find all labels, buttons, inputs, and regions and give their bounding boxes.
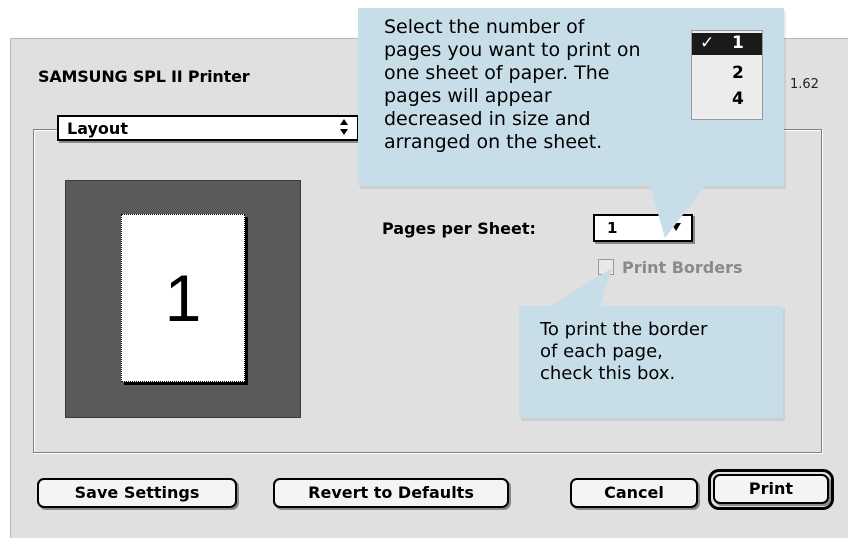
revert-to-defaults-button[interactable]: Revert to Defaults (273, 478, 509, 508)
print-button[interactable]: Print (713, 474, 829, 504)
pages-per-sheet-callout-text: Select the number of pages you want to p… (384, 16, 641, 153)
menu-option-2: 2 (732, 63, 744, 83)
print-borders-callout-text: To print the border of each page, check … (540, 319, 708, 384)
menu-option-1: ✓ 1 (692, 33, 762, 55)
cancel-button[interactable]: Cancel (570, 478, 698, 508)
pages-per-sheet-menu-example: ✓ 1 2 4 (691, 30, 763, 120)
checkmark-icon: ✓ (700, 33, 715, 53)
menu-option-4: 4 (732, 89, 744, 109)
save-settings-button[interactable]: Save Settings (37, 478, 237, 508)
